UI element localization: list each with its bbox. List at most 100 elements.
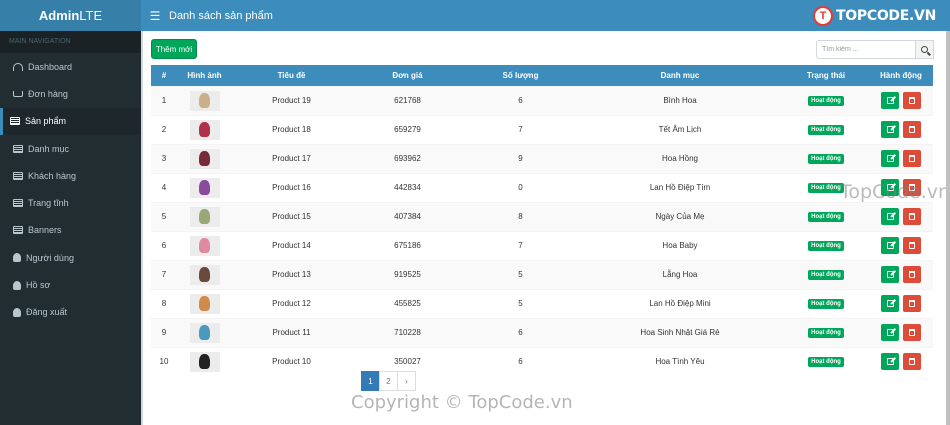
sidebar-item-products[interactable]: Sản phẩm	[0, 107, 141, 135]
delete-button[interactable]	[903, 208, 921, 225]
row-price: 693962	[351, 143, 464, 173]
trash-icon	[909, 271, 915, 278]
sidebar-item-orders[interactable]: Đơn hàng	[0, 80, 141, 107]
edit-button[interactable]	[881, 353, 899, 371]
topcode-brand-logo: T TOPCODE.VN	[813, 6, 936, 26]
row-quantity: 7	[464, 114, 577, 144]
flower-image	[199, 238, 210, 253]
delete-button[interactable]	[903, 92, 921, 109]
table-row: 2 Product 18 659279 7 Tết Âm Lịch Hoạt động	[151, 114, 933, 144]
row-index: 8	[151, 288, 177, 318]
brand-text: TOPCODE.VN	[836, 8, 936, 24]
table-row: 8 Product 12 455825 5 Lan Hồ Điệp Mini Hoạt đ…	[151, 288, 933, 318]
edit-button[interactable]	[881, 295, 899, 312]
delete-button[interactable]	[903, 179, 921, 196]
list-icon	[13, 199, 23, 208]
edit-button[interactable]	[881, 92, 899, 109]
search-input[interactable]	[816, 40, 916, 59]
delete-button[interactable]	[903, 266, 921, 283]
edit-button[interactable]	[881, 324, 899, 341]
row-index: 4	[151, 172, 177, 202]
row-index: 9	[151, 317, 177, 347]
edit-button[interactable]	[881, 179, 899, 196]
sidebar-toggle-icon[interactable]: ☰	[141, 9, 169, 23]
table-header-row: # Hình ảnh Tiêu đề Đơn giá Số lượng Danh…	[151, 65, 933, 86]
row-title: Product 16	[232, 172, 351, 202]
page-1[interactable]: 1	[361, 371, 380, 391]
list-icon	[13, 144, 23, 153]
table-row: 9 Product 11 710228 6 Hoa Sinh Nhật Giá Rẻ Ho…	[151, 317, 933, 347]
row-category: Bình Hoa	[577, 85, 783, 115]
flower-image	[199, 354, 210, 370]
row-index: 3	[151, 143, 177, 173]
product-thumbnail	[189, 235, 220, 256]
row-category: Lan Hồ Điệp Tím	[577, 172, 783, 202]
trash-icon	[909, 126, 915, 133]
sidebar-item-users[interactable]: Người dùng	[0, 244, 141, 271]
trash-icon	[909, 155, 915, 162]
row-title: Product 13	[232, 259, 351, 289]
edit-button[interactable]	[881, 150, 899, 167]
status-badge: Hoạt động	[808, 241, 844, 251]
delete-button[interactable]	[903, 324, 921, 341]
sidebar-item-dashboard[interactable]: Dashboard	[0, 53, 141, 80]
edit-button[interactable]	[881, 208, 899, 225]
flower-image	[199, 151, 210, 166]
row-quantity: 8	[464, 201, 577, 231]
row-index: 5	[151, 201, 177, 231]
table-row: 3 Product 17 693962 9 Hoa Hồng Hoạt động	[151, 143, 933, 173]
row-quantity: 7	[464, 230, 577, 260]
sidebar-item-categories[interactable]: Danh mục	[0, 135, 141, 162]
sidebar-item-logout[interactable]: Đăng xuất	[0, 299, 141, 326]
edit-button[interactable]	[881, 121, 899, 138]
add-new-button[interactable]: Thêm mới	[151, 39, 197, 59]
table-row: 10 Product 10 350027 6 Hoa Tình Yêu Hoạt động	[151, 346, 933, 376]
status-badge: Hoạt động	[808, 357, 844, 368]
sidebar-item-customers[interactable]: Khách hàng	[0, 162, 141, 189]
product-thumbnail	[189, 351, 220, 372]
row-quantity: 5	[464, 259, 577, 289]
flower-image	[199, 122, 210, 137]
trash-icon	[909, 97, 915, 104]
edit-button[interactable]	[881, 266, 899, 283]
table-row: 7 Product 13 919525 5 Lẵng Hoa Hoạt động	[151, 259, 933, 289]
product-thumbnail	[189, 177, 220, 198]
row-title: Product 15	[232, 201, 351, 231]
row-quantity: 6	[464, 85, 577, 115]
product-table: # Hình ảnh Tiêu đề Đơn giá Số lượng Danh…	[151, 65, 933, 376]
list-icon	[10, 117, 20, 126]
delete-button[interactable]	[903, 353, 921, 371]
delete-button[interactable]	[903, 121, 921, 138]
edit-icon	[886, 358, 894, 366]
app-logo[interactable]: Admin LTE	[0, 0, 141, 31]
search-box	[816, 40, 934, 59]
page-2[interactable]: 2	[379, 371, 398, 391]
col-header-category: Danh mục	[577, 65, 783, 86]
delete-button[interactable]	[903, 295, 921, 312]
trash-icon	[909, 213, 915, 220]
sidebar-item-profile[interactable]: Hồ sơ	[0, 271, 141, 298]
delete-button[interactable]	[903, 237, 921, 254]
row-price: 675186	[351, 230, 464, 260]
edit-icon	[886, 97, 894, 104]
search-button[interactable]	[916, 40, 934, 59]
edit-icon	[886, 329, 894, 336]
status-badge: Hoạt động	[808, 125, 844, 135]
row-index: 1	[151, 85, 177, 115]
edit-button[interactable]	[881, 237, 899, 254]
row-price: 919525	[351, 259, 464, 289]
sidebar-item-static-pages[interactable]: Trang tĩnh	[0, 189, 141, 216]
row-quantity: 0	[464, 172, 577, 202]
product-thumbnail	[189, 119, 220, 140]
page-next[interactable]: ›	[397, 371, 416, 391]
user-icon	[13, 253, 21, 263]
page-title: Danh sách sản phẩm	[169, 9, 273, 22]
col-header-status: Trạng thái	[783, 65, 869, 86]
user-icon	[13, 280, 21, 290]
page-scrollbar[interactable]	[946, 31, 950, 425]
product-thumbnail	[189, 148, 220, 169]
sidebar-item-banners[interactable]: Banners	[0, 217, 141, 244]
trash-icon	[909, 184, 915, 191]
col-header-index: #	[151, 65, 177, 86]
delete-button[interactable]	[903, 150, 921, 167]
